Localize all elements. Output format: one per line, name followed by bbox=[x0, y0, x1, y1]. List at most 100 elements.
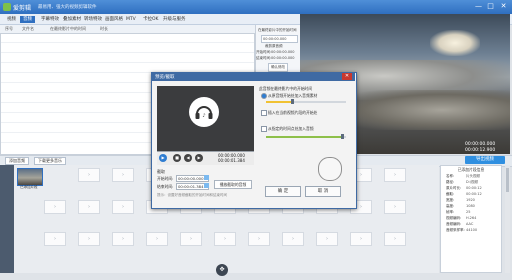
add-audio-button[interactable]: 添加音频 bbox=[5, 157, 29, 165]
close-button[interactable]: ✕ bbox=[499, 2, 508, 11]
info-key: 帧率: bbox=[446, 210, 455, 214]
option3-label: 从指定的时间点处加入音频 bbox=[268, 126, 314, 131]
maximize-button[interactable]: □ bbox=[486, 2, 495, 11]
table-header bbox=[0, 25, 255, 34]
info-value: 片头视频 bbox=[466, 174, 480, 178]
timeline-cell[interactable]: › bbox=[180, 232, 202, 246]
col-index: 序号 bbox=[5, 26, 13, 31]
app-name: 爱剪辑 bbox=[13, 5, 32, 12]
timeline-cell[interactable]: › bbox=[44, 232, 66, 246]
timeline-cell[interactable]: › bbox=[78, 232, 100, 246]
menu-upgrade[interactable]: 升级与服务 bbox=[160, 16, 189, 23]
option1-radio[interactable] bbox=[261, 93, 267, 99]
timeline-cell[interactable]: › bbox=[112, 200, 134, 214]
timeline-cell[interactable]: › bbox=[146, 232, 168, 246]
timeline-cell[interactable]: › bbox=[112, 232, 134, 246]
timeline-zoom-handle[interactable]: ✥ bbox=[216, 264, 228, 276]
timeline-cell[interactable]: › bbox=[214, 232, 236, 246]
options-title: 此音频在最终影片中的开始时间 bbox=[259, 86, 313, 91]
clip-info-title: 已添加片段信息 bbox=[457, 167, 485, 172]
info-value: D:\视频 bbox=[466, 180, 479, 184]
next-frame-button[interactable]: ▶ bbox=[195, 154, 203, 162]
info-value: 44100 bbox=[466, 228, 478, 232]
clip-thumbnail[interactable] bbox=[17, 168, 43, 186]
option1-slider-knob[interactable] bbox=[291, 99, 294, 104]
timeline-cell[interactable]: › bbox=[78, 168, 100, 182]
timeline-cell[interactable]: › bbox=[384, 232, 406, 246]
mouse-cursor-highlight bbox=[318, 157, 342, 181]
pick-end-icon[interactable] bbox=[204, 183, 209, 188]
menu-audio[interactable]: 音频 bbox=[20, 16, 35, 23]
timeline-cell[interactable]: › bbox=[44, 200, 66, 214]
option2-label: 插入在当前视频片段的开始处 bbox=[268, 110, 318, 115]
dialog-title: 预览/截取 bbox=[155, 75, 175, 80]
app-logo-icon bbox=[3, 3, 11, 11]
app-title: 最易用、强大的视频剪辑软件 bbox=[38, 5, 97, 10]
col-filename: 文件名 bbox=[22, 26, 34, 31]
timeline-side-tab[interactable] bbox=[0, 165, 14, 273]
table-row bbox=[1, 62, 254, 63]
info-value: 25 bbox=[466, 210, 471, 214]
timeline-cell[interactable]: › bbox=[248, 232, 270, 246]
dialog-close-button[interactable]: ✕ bbox=[342, 73, 352, 80]
menu-mtv[interactable]: MTV bbox=[123, 16, 139, 23]
menu-video[interactable]: 视频 bbox=[4, 16, 19, 23]
trim-start-label: 开始时间: bbox=[256, 50, 272, 54]
cancel-button[interactable]: 取 消 bbox=[305, 186, 341, 197]
col-time: 在最终影片中的时间 bbox=[50, 26, 86, 31]
timeline-cell[interactable]: › bbox=[112, 168, 134, 182]
timeline-cell[interactable]: › bbox=[384, 168, 406, 182]
trim-end-value[interactable]: 00:00:00.000 bbox=[271, 56, 295, 60]
trim-end-label: 结束时间: bbox=[256, 56, 272, 60]
option3-checkbox[interactable] bbox=[261, 126, 267, 132]
start-time-title: 在最终影片中的开始时间 bbox=[258, 28, 297, 32]
info-key: 原片时长: bbox=[446, 186, 462, 190]
download-music-button[interactable]: 下载更多音乐 bbox=[34, 157, 66, 165]
info-value: 00:00:12 bbox=[466, 192, 482, 196]
info-value: AAC bbox=[466, 222, 474, 226]
menu-subtitle[interactable]: 字幕特效 bbox=[38, 16, 62, 23]
timeline-cell[interactable]: › bbox=[316, 232, 338, 246]
info-value: H.264 bbox=[466, 216, 477, 220]
trim-start-value[interactable]: 00:00:00.000 bbox=[271, 50, 295, 54]
dialog-hint: 提示：设置好音频截取的开始时间和结束时间 bbox=[157, 193, 227, 197]
clip-end-label: 结束时间: bbox=[157, 184, 174, 189]
info-key: 宽度: bbox=[446, 198, 455, 202]
scrollbar-thumb[interactable] bbox=[506, 168, 509, 192]
play-button[interactable]: ▶ bbox=[159, 154, 167, 162]
col-duration: 时长 bbox=[100, 26, 108, 31]
ok-button[interactable]: 确 定 bbox=[265, 186, 301, 197]
preview-clouds bbox=[340, 90, 510, 130]
preview-sun bbox=[430, 30, 480, 56]
menu-karaoke[interactable]: 卡拉OK bbox=[140, 16, 162, 23]
info-key: 高度: bbox=[446, 204, 455, 208]
confirm-edit-button[interactable]: 确认修改 bbox=[268, 63, 288, 72]
minimize-button[interactable]: — bbox=[474, 2, 483, 11]
timeline-cell[interactable]: › bbox=[384, 200, 406, 214]
start-time-field[interactable]: 00:00:00.000 bbox=[261, 35, 298, 43]
prev-frame-button[interactable]: ◀ bbox=[184, 154, 192, 162]
info-key: 视频编码: bbox=[446, 216, 462, 220]
option3-slider-knob[interactable] bbox=[341, 134, 344, 139]
option2-checkbox[interactable] bbox=[261, 110, 267, 116]
headphone-glyph-icon: ♪ bbox=[195, 106, 213, 119]
clip-start-label: 开始时间: bbox=[157, 176, 174, 181]
stop-button[interactable]: ■ bbox=[173, 154, 181, 162]
option3-slider-fill bbox=[266, 136, 342, 138]
dialog-title-bar bbox=[151, 72, 355, 81]
preview-time-total: 00:00:12.900 bbox=[465, 148, 496, 153]
export-video-button[interactable]: 导出视频 bbox=[465, 156, 505, 164]
timeline-cell[interactable]: › bbox=[350, 232, 372, 246]
preview-timecode: 00:00:00.000 00:00:12.900 bbox=[465, 142, 495, 154]
info-value: 1080 bbox=[466, 204, 475, 208]
trim-section-label: 裁剪原音频 bbox=[265, 44, 283, 48]
timeline-cell[interactable]: › bbox=[282, 232, 304, 246]
info-key: 截取: bbox=[446, 192, 455, 196]
clip-label: 已添加片段 bbox=[20, 185, 38, 189]
play-clip-button[interactable]: 播放截取的音频 bbox=[214, 180, 252, 189]
info-key: 音频采样率: bbox=[446, 228, 465, 232]
pick-start-icon[interactable] bbox=[204, 175, 209, 180]
svg-text:♪: ♪ bbox=[202, 113, 205, 119]
timeline-cell[interactable]: › bbox=[78, 200, 100, 214]
player-time-total: 00:00:01.384 bbox=[218, 158, 245, 163]
